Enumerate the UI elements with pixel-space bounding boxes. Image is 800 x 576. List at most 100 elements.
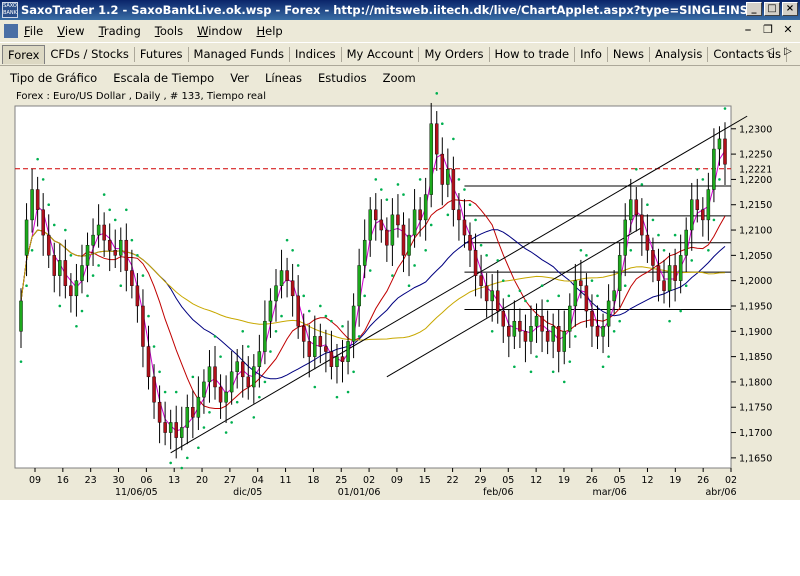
sar-dot <box>25 284 28 288</box>
candle-body <box>224 391 228 403</box>
candle-body <box>579 280 583 286</box>
x-tick-label: 02 <box>725 475 737 486</box>
sar-dot <box>91 274 95 277</box>
sar-dot <box>712 218 716 222</box>
candle-body <box>152 376 156 403</box>
candle-body <box>102 224 106 241</box>
sar-dot <box>341 324 344 328</box>
sar-dot <box>440 122 444 126</box>
sar-dot <box>296 264 300 267</box>
candle-body <box>207 366 212 383</box>
candle-body <box>96 224 101 236</box>
sar-dot <box>535 355 538 358</box>
candle-body <box>667 265 672 291</box>
candle-body <box>462 219 467 236</box>
sar-dot <box>684 284 688 288</box>
candle-body <box>518 320 522 332</box>
candle-body <box>168 422 173 433</box>
y-tick-label: 1,1650 <box>739 453 772 464</box>
sar-dot <box>113 218 117 222</box>
x-tick-label: 18 <box>307 475 319 486</box>
x-tick-label: 05 <box>614 475 626 486</box>
candle-body <box>318 336 323 347</box>
candle-body <box>435 123 439 155</box>
candle-body <box>196 396 201 418</box>
candle-body <box>69 285 73 297</box>
candle-body <box>85 245 90 266</box>
sar-dot <box>357 335 361 338</box>
sar-dot <box>568 360 572 363</box>
sar-dot <box>363 294 366 298</box>
candle-body <box>346 341 350 362</box>
candle-body <box>135 285 140 307</box>
sar-dot <box>274 330 278 333</box>
sar-dot <box>241 330 245 333</box>
price-chart[interactable]: 1,2300 1,2250 1,2200 1,2150 1,2100 1,2050 1,20… <box>0 0 800 576</box>
sar-dot <box>235 400 239 404</box>
candle-body <box>268 300 273 322</box>
candle-body <box>673 265 677 281</box>
candle-body <box>612 290 616 302</box>
candle-body <box>74 280 79 297</box>
candle-body <box>274 285 278 302</box>
x-tick-label: 26 <box>586 475 598 486</box>
sar-dot <box>330 319 333 323</box>
sar-dot <box>607 355 610 358</box>
sar-dot <box>601 365 605 369</box>
sar-dot <box>385 198 389 201</box>
candle-body <box>301 326 306 342</box>
candle-body <box>46 234 51 256</box>
candle-body <box>229 371 234 393</box>
candle-body <box>545 331 550 342</box>
sar-dot <box>418 178 422 181</box>
x-tick-label: 16 <box>57 475 69 486</box>
candle-body <box>656 265 661 281</box>
candle-body <box>257 351 262 367</box>
sar-dot <box>246 345 250 348</box>
candle-body <box>396 214 400 226</box>
x-month-label: 01/01/06 <box>338 487 381 498</box>
sar-dot <box>58 304 62 308</box>
x-tick-label: 04 <box>252 475 264 486</box>
x-tick-label: 02 <box>363 475 375 486</box>
sar-dot <box>30 248 34 252</box>
sar-dot <box>479 243 483 247</box>
sar-dot <box>224 431 228 434</box>
candle-body <box>63 260 68 286</box>
sar-dot <box>496 259 500 262</box>
sar-dot <box>679 309 682 313</box>
candle-body <box>595 326 600 337</box>
sar-dot <box>474 218 477 222</box>
sar-dot <box>429 223 433 227</box>
candle-body <box>119 239 123 256</box>
x-tick-label: 15 <box>419 475 431 486</box>
y-tick-label: 1,1800 <box>739 377 772 388</box>
sar-dot <box>529 370 533 374</box>
y-tick-label: 1,2150 <box>739 200 772 211</box>
x-tick-label: 09 <box>391 475 403 486</box>
candle-body <box>124 239 129 271</box>
candle-body <box>473 250 478 276</box>
sar-dot <box>263 380 267 384</box>
sar-dot <box>435 92 439 95</box>
sar-dot <box>507 294 511 298</box>
candle-body <box>340 356 345 362</box>
sar-dot <box>452 137 455 141</box>
sar-dot <box>657 233 660 237</box>
sar-dot <box>41 178 45 181</box>
sar-dot <box>490 330 494 333</box>
sar-dot <box>252 416 256 419</box>
candle-body <box>418 209 422 221</box>
candle-body <box>163 422 167 433</box>
candle-body <box>324 346 328 352</box>
y-tick-label: 1,1900 <box>739 327 772 338</box>
candle-body <box>640 214 644 236</box>
sar-dot <box>446 213 450 217</box>
candle-body <box>662 280 666 291</box>
candle-body <box>551 326 555 342</box>
x-month-label: abr/06 <box>705 487 736 498</box>
candle-body <box>623 219 627 256</box>
candle-body <box>407 234 411 256</box>
candle-body <box>601 326 605 337</box>
candle-body <box>440 153 445 185</box>
